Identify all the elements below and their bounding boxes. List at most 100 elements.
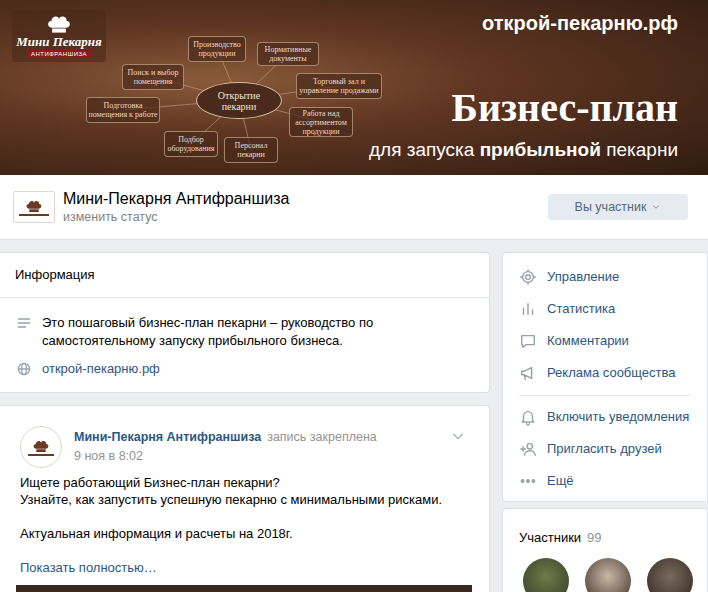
post-line: Узнайте, как запустить успешную пекарню … (20, 491, 469, 508)
menu-item[interactable]: Статистика (503, 293, 707, 325)
chef-hat-icon (45, 12, 73, 34)
post-header: Мини-Пекарня Антифраншиза запись закрепле… (20, 426, 469, 468)
left-column: Информация Это пошаговый бизнес-план пека… (0, 252, 490, 592)
post-line: Актуальная информация и расчеты на 2018г… (20, 525, 469, 542)
members-header[interactable]: Участники 99 (519, 529, 707, 546)
community-actions: Управление Статистика Комментарии Реклама с… (502, 252, 708, 502)
info-title: Информация (15, 265, 95, 285)
members-card: Участники 99 (502, 508, 708, 592)
menu-item-label: Комментарии (547, 331, 629, 351)
chevron-down-icon (651, 202, 661, 212)
bell-icon (519, 408, 537, 426)
mindmap-node-line: документы (269, 54, 307, 63)
chevron-down-icon (451, 429, 465, 443)
mindmap-node-line: Нормативные (265, 45, 312, 54)
globe-icon (16, 361, 32, 377)
description-lines-icon (16, 315, 32, 331)
logo-bar (28, 454, 54, 456)
mindmap-node: Нормативныедокументы (257, 42, 319, 66)
mindmap-node: Подбороборудования (164, 131, 218, 157)
mindmap-node: Работа надассортиментомпродукции (289, 107, 353, 137)
mindmap-node-line: продукции (303, 127, 340, 136)
members-avatars (519, 558, 707, 592)
mindmap-node: Торговый зал иуправление продажами (296, 73, 382, 99)
mindmap-node-line: Торговый зал и (313, 77, 365, 86)
members-title: Участники (519, 529, 581, 546)
info-link-row: открой-пекарню.рф (16, 360, 469, 378)
banner-tagline: для запуска прибыльной пекарни (369, 138, 678, 162)
mindmap-node-line: Работа над (302, 109, 339, 118)
main-columns: Информация Это пошаговый бизнес-план пека… (0, 240, 708, 592)
logo-bar (19, 214, 49, 216)
menu-item[interactable]: Управление (503, 261, 707, 293)
menu-item-label: Статистика (547, 299, 615, 319)
mindmap-node-line: управление продажами (299, 86, 378, 95)
info-card: Информация Это пошаговый бизнес-план пека… (0, 252, 490, 393)
post-avatar[interactable] (20, 426, 62, 468)
comment-icon (519, 332, 537, 350)
mindmap-node-line: Подбор (178, 135, 204, 144)
banner-site: открой-пекарню.рф (482, 11, 678, 35)
info-header: Информация (0, 253, 489, 298)
menu-item-label: Пригласить друзей (547, 439, 662, 459)
tagline-part: для запуска (369, 139, 480, 160)
logo-title: Мини Пекарня (16, 34, 102, 49)
post-author-row: Мини-Пекарня Антифраншиза запись закрепле… (74, 428, 451, 447)
stats-icon (519, 300, 537, 318)
menu-item[interactable]: Ещё (503, 465, 707, 497)
member-avatar[interactable] (523, 558, 569, 592)
menu-divider (519, 395, 691, 396)
mindmap-node: Производствопродукции (188, 36, 246, 62)
group-header-left: Мини-Пекарня Антифраншизаизменить статус (13, 189, 289, 226)
menu-item[interactable]: Включить уведомления (503, 401, 707, 433)
show-more-link[interactable]: Показать полностью… (20, 559, 469, 576)
mindmap-node-line: помещения (134, 77, 173, 86)
post-line: Ищете работающий Бизнес-план пекарни? (20, 474, 469, 491)
menu-item[interactable]: Пригласить друзей (503, 433, 707, 465)
mindmap-node-line: Поиск и выбор (128, 68, 179, 77)
status-link[interactable]: изменить статус (63, 209, 289, 226)
mindmap-node-line: ассортиментом (295, 118, 347, 127)
logo-subtitle: АНТИФРАНШИЗА (27, 50, 91, 58)
mindmap-node: Персоналпекарни (224, 137, 278, 163)
group-avatar[interactable] (13, 191, 55, 223)
website-link[interactable]: открой-пекарню.рф (42, 360, 160, 378)
mindmap-center-line: пекарни (222, 101, 257, 112)
member-button[interactable]: Вы участник (548, 194, 688, 220)
menu-item[interactable]: Реклама сообщества (503, 357, 707, 389)
more-dots-icon (519, 472, 537, 490)
post-text: Ищете работающий Бизнес-план пекарни?Узн… (20, 474, 469, 542)
megaphone-icon (519, 364, 537, 382)
mindmap-node-line: продукции (199, 49, 236, 58)
group-header: Мини-Пекарня Антифраншизаизменить статус… (0, 175, 708, 240)
mindmap-center: Открытиепекарни (196, 82, 282, 119)
member-avatar[interactable] (647, 558, 693, 592)
post-author[interactable]: Мини-Пекарня Антифраншиза (74, 428, 261, 447)
members-count: 99 (587, 529, 601, 546)
mindmap-node-line: Производство (193, 40, 241, 49)
info-description: Это пошаговый бизнес-план пекарни – руко… (42, 314, 469, 350)
post-date[interactable]: 9 ноя в 8:02 (74, 448, 451, 465)
chef-hat-icon (31, 438, 51, 453)
add-person-icon (519, 440, 537, 458)
banner-headline: Бизнес-план (452, 86, 678, 130)
tagline-part: пекарни (601, 139, 678, 160)
info-body: Это пошаговый бизнес-план пекарни – руко… (0, 298, 489, 392)
group-title-block: Мини-Пекарня Антифраншизаизменить статус (63, 189, 289, 226)
mindmap-node-line: Подготовка (103, 101, 142, 110)
mindmap-center-line: Открытие (218, 90, 260, 101)
tagline-part: прибыльной (480, 139, 601, 160)
mindmap-node-line: Персонал (235, 141, 268, 150)
member-avatar[interactable] (585, 558, 631, 592)
pinned-post: Мини-Пекарня Антифраншиза запись закрепле… (0, 405, 490, 592)
chef-hat-icon (24, 198, 44, 213)
mindmap-node-line: помещения к работе (88, 110, 157, 119)
post-paragraph: Актуальная информация и расчеты на 2018г… (20, 525, 469, 542)
banner-logo: Мини ПекарняАНТИФРАНШИЗА (12, 10, 106, 62)
mindmap-node: Поиск и выборпомещения (122, 64, 184, 90)
info-description-row: Это пошаговый бизнес-план пекарни – руко… (16, 314, 469, 350)
menu-item-label: Ещё (547, 471, 574, 491)
menu-item[interactable]: Комментарии (503, 325, 707, 357)
pinned-label: запись закреплена (267, 428, 377, 447)
post-paragraph: Ищете работающий Бизнес-план пекарни?Узн… (20, 474, 469, 508)
